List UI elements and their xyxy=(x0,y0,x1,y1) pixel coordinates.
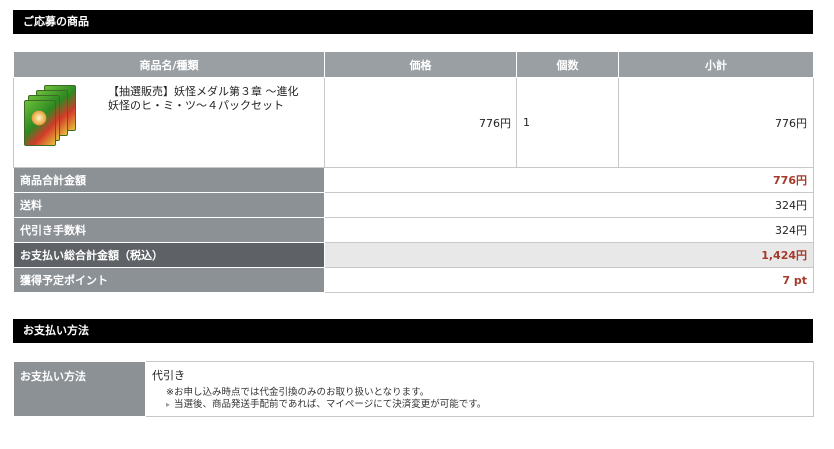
points-value: 7 pt xyxy=(324,267,814,293)
product-price: 776円 xyxy=(324,77,517,168)
section-title-payment: お支払い方法 xyxy=(13,319,813,343)
summary-row-cod-fee: 代引き手数料 324円 xyxy=(13,217,814,243)
table-row: 【抽選販売】妖怪メダル第３章 〜進化 妖怪のヒ・ミ・ツ〜４パックセット 776円… xyxy=(13,77,814,168)
summary-row-shipping: 送料 324円 xyxy=(13,192,814,218)
summary-row-grand-total: お支払い総合計金額（税込） 1,424円 xyxy=(13,242,814,268)
column-header-price: 価格 xyxy=(324,51,517,78)
payment-note-line2: 当選後、商品発送手配前であれば、マイページにて決済変更が可能です。 xyxy=(174,399,487,410)
product-subtotal: 776円 xyxy=(618,77,814,168)
payment-method-cell: 代引き ※お申し込み時点では代金引換のみのお取り扱いとなります。 ▸ 当選後、商品… xyxy=(145,361,814,417)
column-header-subtotal: 小計 xyxy=(618,51,814,78)
cod-fee-label: 代引き手数料 xyxy=(13,217,325,243)
payment-table: お支払い方法 代引き ※お申し込み時点では代金引換のみのお取り扱いとなります。 … xyxy=(13,361,814,417)
summary-row-product-total: 商品合計金額 776円 xyxy=(13,167,814,193)
payment-row: お支払い方法 代引き ※お申し込み時点では代金引換のみのお取り扱いとなります。 … xyxy=(13,361,814,417)
shipping-value: 324円 xyxy=(324,192,814,218)
product-name-line2: 妖怪のヒ・ミ・ツ〜４パックセット xyxy=(108,99,284,112)
column-header-product: 商品名/種類 xyxy=(13,51,325,78)
payment-method-label: お支払い方法 xyxy=(13,361,146,417)
product-name: 【抽選販売】妖怪メダル第３章 〜進化 妖怪のヒ・ミ・ツ〜４パックセット xyxy=(108,85,299,145)
payment-note-line1: ※お申し込み時点では代金引換のみのお取り扱いとなります。 xyxy=(166,387,430,398)
order-table-header-row: 商品名/種類 価格 個数 小計 xyxy=(13,51,814,78)
column-header-quantity: 個数 xyxy=(516,51,619,78)
payment-method-value: 代引き xyxy=(152,369,185,382)
shipping-label: 送料 xyxy=(13,192,325,218)
yokai-medal-pack-image xyxy=(24,85,76,146)
summary-row-points: 獲得予定ポイント 7 pt xyxy=(13,267,814,293)
product-quantity: 1 xyxy=(516,77,619,168)
grand-total-label: お支払い総合計金額（税込） xyxy=(13,242,325,268)
product-name-line1: 【抽選販売】妖怪メダル第３章 〜進化 xyxy=(108,85,299,98)
order-table: 商品名/種類 価格 個数 小計 【抽選販売】妖怪メダル第３章 〜進化 妖怪のヒ・… xyxy=(13,51,814,293)
grand-total-value: 1,424円 xyxy=(324,242,814,268)
product-total-label: 商品合計金額 xyxy=(13,167,325,193)
section-title-items: ご応募の商品 xyxy=(13,10,813,34)
points-label: 獲得予定ポイント xyxy=(13,267,325,293)
payment-note: ※お申し込み時点では代金引換のみのお取り扱いとなります。 ▸ 当選後、商品発送手配… xyxy=(152,387,807,411)
product-total-value: 776円 xyxy=(324,167,814,193)
product-cell: 【抽選販売】妖怪メダル第３章 〜進化 妖怪のヒ・ミ・ツ〜４パックセット xyxy=(13,77,325,168)
cod-fee-value: 324円 xyxy=(324,217,814,243)
note-bullet-icon: ▸ xyxy=(166,400,171,409)
